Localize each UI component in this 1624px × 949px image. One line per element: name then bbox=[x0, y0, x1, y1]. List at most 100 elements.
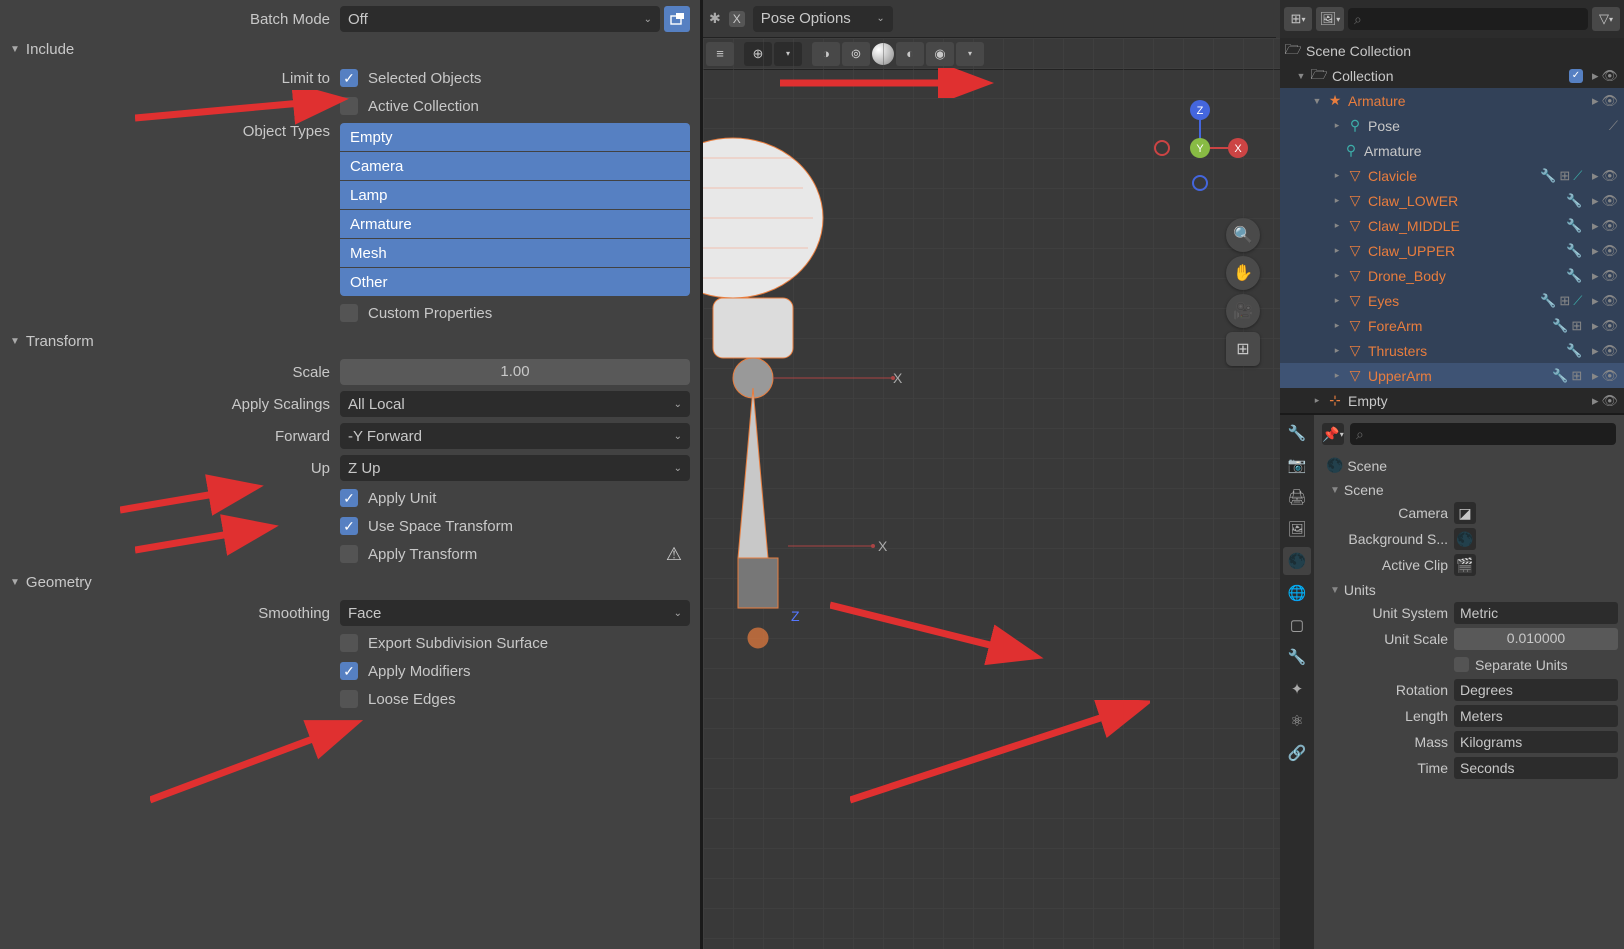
pose-options-dropdown[interactable]: Pose Options⌄ bbox=[753, 6, 893, 32]
properties-search[interactable]: ⌕ bbox=[1350, 423, 1616, 445]
warning-icon: ⚠ bbox=[666, 544, 682, 565]
collection-item[interactable]: Collection bbox=[1332, 68, 1565, 84]
apply-scalings-dropdown[interactable]: All Local⌄ bbox=[340, 391, 690, 417]
collection-icon: 🗁 bbox=[1310, 64, 1328, 88]
pin-button[interactable]: 📌▾ bbox=[1322, 423, 1344, 445]
tab-scene[interactable]: 🌑 bbox=[1283, 547, 1311, 575]
tree-item[interactable]: Clavicle bbox=[1368, 168, 1536, 184]
batch-own-dir-button[interactable] bbox=[664, 6, 690, 32]
bone-icon: ⟋ bbox=[1609, 118, 1618, 134]
preferences-icon[interactable]: ✱ bbox=[709, 10, 721, 27]
object-type-mesh[interactable]: Mesh bbox=[340, 239, 690, 267]
tree-item[interactable]: ForeArm bbox=[1368, 318, 1548, 334]
scene-collection[interactable]: Scene Collection bbox=[1306, 43, 1618, 59]
unit-system-dropdown[interactable]: Metric bbox=[1454, 602, 1618, 624]
tab-physics[interactable]: ⚛ bbox=[1283, 707, 1311, 735]
display-mode-dropdown[interactable]: ⊞▾ bbox=[1284, 7, 1312, 31]
tab-output[interactable]: 🖨 bbox=[1283, 483, 1311, 511]
tree-item[interactable]: UpperArm bbox=[1368, 368, 1548, 384]
scale-field[interactable]: 1.00 bbox=[340, 359, 690, 385]
forward-dropdown[interactable]: -Y Forward⌄ bbox=[340, 423, 690, 449]
background-picker[interactable]: 🌑 bbox=[1454, 528, 1476, 550]
tab-render[interactable]: 📷 bbox=[1283, 451, 1311, 479]
tab-viewlayer[interactable]: 🖼 bbox=[1283, 515, 1311, 543]
zoom-button[interactable]: 🔍 bbox=[1226, 218, 1260, 252]
scene-section-header[interactable]: ▼Scene bbox=[1320, 478, 1618, 500]
mass-dropdown[interactable]: Kilograms bbox=[1454, 731, 1618, 753]
apply-modifiers-checkbox[interactable]: ✓ bbox=[340, 662, 358, 680]
tree-item[interactable]: Eyes bbox=[1368, 293, 1536, 309]
tree-item[interactable]: Thrusters bbox=[1368, 343, 1562, 359]
rotation-label: Rotation bbox=[1320, 682, 1454, 698]
smoothing-label: Smoothing bbox=[0, 605, 340, 622]
loose-edges-checkbox[interactable] bbox=[340, 690, 358, 708]
active-collection-checkbox[interactable] bbox=[340, 97, 358, 115]
length-dropdown[interactable]: Meters bbox=[1454, 705, 1618, 727]
object-type-camera[interactable]: Camera bbox=[340, 152, 690, 180]
custom-properties-checkbox[interactable] bbox=[340, 304, 358, 322]
time-dropdown[interactable]: Seconds bbox=[1454, 757, 1618, 779]
expand-icon[interactable]: ▸ bbox=[1312, 395, 1322, 406]
filter-button[interactable]: ▽▾ bbox=[1592, 7, 1620, 31]
units-section-header[interactable]: ▼Units bbox=[1320, 578, 1618, 600]
tab-world[interactable]: 🌐 bbox=[1283, 579, 1311, 607]
scene-breadcrumb-icon: 🌑 bbox=[1326, 457, 1343, 474]
mass-label: Mass bbox=[1320, 734, 1454, 750]
apply-modifiers-label: Apply Modifiers bbox=[368, 663, 471, 680]
close-icon[interactable]: X bbox=[729, 11, 745, 27]
scale-label: Scale bbox=[0, 364, 340, 381]
include-section-header[interactable]: ▼Include bbox=[0, 35, 700, 64]
up-dropdown[interactable]: Z Up⌄ bbox=[340, 455, 690, 481]
tab-constraints[interactable]: 🔗 bbox=[1283, 739, 1311, 767]
tab-object[interactable]: ▢ bbox=[1283, 611, 1311, 639]
unit-scale-field[interactable]: 0.010000 bbox=[1454, 628, 1618, 650]
expand-icon[interactable]: ▼ bbox=[1312, 96, 1322, 106]
tree-item[interactable]: Claw_UPPER bbox=[1368, 243, 1562, 259]
expand-icon[interactable]: ▸ bbox=[1332, 120, 1342, 131]
transform-section-header[interactable]: ▼Transform bbox=[0, 327, 700, 356]
separate-units-checkbox[interactable] bbox=[1454, 657, 1469, 672]
tree-item[interactable]: Drone_Body bbox=[1368, 268, 1562, 284]
object-types-list[interactable]: Empty Camera Lamp Armature Mesh Other bbox=[340, 123, 690, 296]
tab-tool[interactable]: 🔧 bbox=[1283, 419, 1311, 447]
rotation-dropdown[interactable]: Degrees bbox=[1454, 679, 1618, 701]
apply-unit-checkbox[interactable]: ✓ bbox=[340, 489, 358, 507]
export-subsurf-checkbox[interactable] bbox=[340, 634, 358, 652]
tab-particles[interactable]: ✦ bbox=[1283, 675, 1311, 703]
viewport-3d[interactable]: ≡ ⊕ ▾ ◑ ⊚ ◐ ◉ ▾ bbox=[703, 38, 1280, 949]
pose-icon: ⚲ bbox=[1346, 117, 1364, 134]
expand-icon[interactable]: ▼ bbox=[1296, 71, 1306, 81]
object-type-empty[interactable]: Empty bbox=[340, 123, 690, 151]
selected-objects-checkbox[interactable]: ✓ bbox=[340, 69, 358, 87]
clip-picker[interactable]: 🎬 bbox=[1454, 554, 1476, 576]
eye-icon[interactable]: 👁 bbox=[1601, 93, 1618, 109]
model-armature bbox=[703, 98, 853, 798]
tree-item[interactable]: Claw_MIDDLE bbox=[1368, 218, 1562, 234]
empty-item[interactable]: Empty bbox=[1348, 393, 1588, 409]
camera-view-button[interactable]: 🎥 bbox=[1226, 294, 1260, 328]
cursor-icon[interactable]: ▸ bbox=[1592, 68, 1599, 84]
object-type-other[interactable]: Other bbox=[340, 268, 690, 296]
collection-icon: 🗁 bbox=[1284, 39, 1302, 63]
use-space-transform-label: Use Space Transform bbox=[368, 518, 513, 535]
geometry-section-header[interactable]: ▼Geometry bbox=[0, 568, 700, 597]
apply-transform-checkbox[interactable] bbox=[340, 545, 358, 563]
outliner-view-dropdown[interactable]: 🖼▾ bbox=[1316, 7, 1344, 31]
armature-data[interactable]: Armature bbox=[1364, 143, 1618, 159]
eye-icon[interactable]: 👁 bbox=[1601, 68, 1618, 84]
perspective-toggle[interactable]: ⊞ bbox=[1226, 332, 1260, 366]
smoothing-dropdown[interactable]: Face⌄ bbox=[340, 600, 690, 626]
outliner-search[interactable]: ⌕ bbox=[1348, 8, 1588, 30]
batch-mode-dropdown[interactable]: Off⌄ bbox=[340, 6, 660, 32]
navigation-gizmo[interactable]: Z X Y bbox=[1150, 98, 1250, 198]
use-space-transform-checkbox[interactable]: ✓ bbox=[340, 517, 358, 535]
armature-item[interactable]: Armature bbox=[1348, 93, 1588, 109]
camera-picker[interactable]: ◪ bbox=[1454, 502, 1476, 524]
tree-item[interactable]: Claw_LOWER bbox=[1368, 193, 1562, 209]
pan-button[interactable]: ✋ bbox=[1226, 256, 1260, 290]
tab-modifiers[interactable]: 🔧 bbox=[1283, 643, 1311, 671]
cursor-icon[interactable]: ▸ bbox=[1592, 93, 1599, 109]
object-type-lamp[interactable]: Lamp bbox=[340, 181, 690, 209]
pose-item[interactable]: Pose bbox=[1368, 118, 1605, 134]
object-type-armature[interactable]: Armature bbox=[340, 210, 690, 238]
